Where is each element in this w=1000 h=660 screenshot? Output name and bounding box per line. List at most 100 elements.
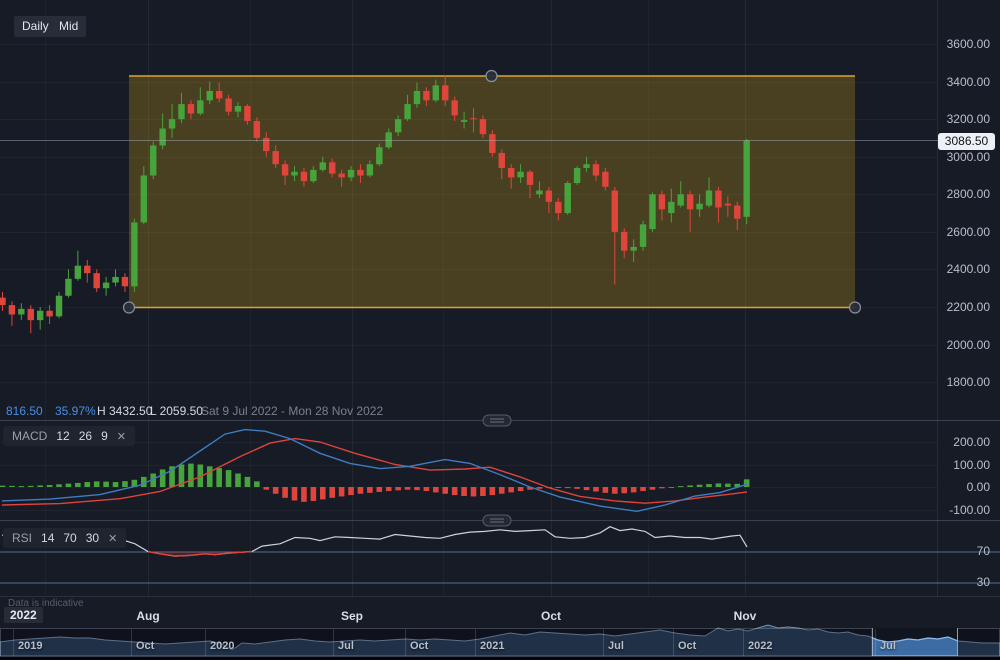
range-change-value: 816.50 xyxy=(6,404,43,419)
minimap-right-overlay xyxy=(958,629,1000,657)
macd-histogram-bar xyxy=(414,487,420,490)
candle xyxy=(282,164,288,175)
minimap-time-label: Oct xyxy=(678,640,696,652)
range-dates: Sat 9 Jul 2022 - Mon 28 Nov 2022 xyxy=(201,404,383,419)
macd-axis-label: 200.00 xyxy=(920,435,990,449)
candle xyxy=(668,202,674,213)
macd-histogram-bar xyxy=(226,470,232,487)
candle xyxy=(0,298,6,306)
macd-histogram-bar xyxy=(358,487,364,494)
candle xyxy=(527,172,533,185)
rsi-indicator-legend[interactable]: RSI 14 70 30 ✕ xyxy=(3,528,126,548)
macd-histogram-bar xyxy=(263,487,269,490)
time-axis-month-label: Aug xyxy=(136,609,159,623)
candle xyxy=(640,224,646,247)
macd-close-icon[interactable]: ✕ xyxy=(117,430,126,443)
candle xyxy=(376,147,382,164)
macd-histogram-bar xyxy=(282,487,288,498)
macd-histogram-bar xyxy=(499,487,505,494)
rsi-param-overbought: 70 xyxy=(63,531,76,545)
shape-resize-handle[interactable] xyxy=(124,302,135,313)
macd-histogram-bar xyxy=(367,487,373,493)
range-low-value: L 2059.50 xyxy=(150,404,203,419)
candle xyxy=(489,134,495,153)
minimap-time-label: Oct xyxy=(136,640,154,652)
macd-indicator-legend[interactable]: MACD 12 26 9 ✕ xyxy=(3,426,135,446)
macd-histogram-bar xyxy=(452,487,458,495)
rsi-close-icon[interactable]: ✕ xyxy=(108,532,117,545)
price-axis-label: 2400.00 xyxy=(920,262,990,276)
macd-histogram-bar xyxy=(433,487,439,492)
minimap-time-label: Oct xyxy=(410,640,428,652)
macd-histogram-bar xyxy=(94,481,100,487)
candle xyxy=(46,311,52,317)
macd-histogram-bar xyxy=(612,487,618,494)
macd-param-fast: 12 xyxy=(56,429,69,443)
candle xyxy=(593,164,599,175)
minimap-time-label: 2020 xyxy=(210,640,234,652)
candle xyxy=(461,120,467,122)
macd-param-signal: 9 xyxy=(101,429,108,443)
interval-mid-button[interactable]: Mid xyxy=(51,16,86,37)
macd-histogram-bar xyxy=(320,487,326,499)
candle xyxy=(555,202,561,213)
macd-axis-label: 0.00 xyxy=(920,480,990,494)
macd-indicator-name: MACD xyxy=(12,429,47,443)
candle xyxy=(715,191,721,208)
macd-histogram-bar xyxy=(706,484,712,487)
macd-param-slow: 26 xyxy=(79,429,92,443)
macd-histogram-bar xyxy=(56,484,62,487)
shape-resize-handle[interactable] xyxy=(486,71,497,82)
candle xyxy=(414,91,420,104)
candle xyxy=(329,162,335,173)
candle xyxy=(254,121,260,138)
candle xyxy=(235,106,241,112)
candle xyxy=(263,138,269,151)
rsi-param-length: 14 xyxy=(41,531,54,545)
candle xyxy=(423,91,429,100)
candle xyxy=(131,222,137,286)
candle xyxy=(734,206,740,219)
minimap-time-label: 2022 xyxy=(748,640,772,652)
macd-histogram-bar xyxy=(9,486,15,487)
macd-histogram-bar xyxy=(235,474,241,488)
macd-histogram-bar xyxy=(631,487,637,492)
candle xyxy=(649,194,655,229)
minimap-time-label: 2019 xyxy=(18,640,42,652)
macd-histogram-bar xyxy=(329,487,335,498)
shape-resize-handle[interactable] xyxy=(850,302,861,313)
macd-histogram-bar xyxy=(490,487,496,495)
time-axis-month-label: Nov xyxy=(734,609,757,623)
candle xyxy=(122,277,128,286)
macd-histogram-bar xyxy=(669,487,675,488)
macd-histogram-bar xyxy=(565,487,571,488)
macd-histogram-bar xyxy=(650,487,656,490)
macd-histogram-bar xyxy=(348,487,354,495)
macd-histogram-bar xyxy=(84,482,90,487)
macd-axis-label: 100.00 xyxy=(920,458,990,472)
macd-histogram-bar xyxy=(292,487,298,501)
candle xyxy=(630,247,636,251)
candle xyxy=(451,100,457,115)
candle xyxy=(244,106,250,121)
candle xyxy=(301,172,307,181)
candle xyxy=(621,232,627,251)
candle xyxy=(178,104,184,119)
candle xyxy=(687,194,693,209)
candle xyxy=(169,119,175,128)
candle xyxy=(348,170,354,178)
panel-resize-handle[interactable] xyxy=(483,515,511,526)
macd-histogram-bar xyxy=(113,482,119,487)
macd-histogram-bar xyxy=(103,482,109,487)
chart-canvas[interactable] xyxy=(0,0,1000,660)
candle xyxy=(536,191,542,195)
candle xyxy=(272,151,278,164)
macd-histogram-bar xyxy=(687,485,693,487)
macd-histogram-bar xyxy=(395,487,401,490)
macd-histogram-bar xyxy=(659,487,665,488)
macd-histogram-bar xyxy=(678,486,684,487)
measure-status-bar: 816.50 35.97% H 3432.50 L 2059.50 Sat 9 … xyxy=(0,404,940,419)
candle xyxy=(395,119,401,132)
candle xyxy=(386,132,392,147)
candle xyxy=(320,162,326,170)
